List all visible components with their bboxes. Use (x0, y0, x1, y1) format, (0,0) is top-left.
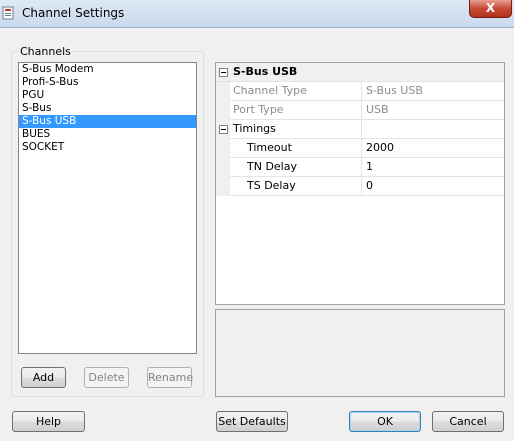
timeout-value[interactable]: 2000 (361, 139, 504, 158)
list-item[interactable]: Profi-S-Bus (19, 76, 196, 89)
list-item[interactable]: S-Bus Modem (19, 63, 196, 76)
channel-list[interactable]: S-Bus Modem Profi-S-Bus PGU S-Bus S-Bus … (18, 62, 197, 354)
ok-button[interactable]: OK (349, 411, 421, 432)
description-panel (215, 309, 505, 397)
row-gutter (216, 158, 230, 177)
row-gutter (216, 177, 230, 196)
list-item[interactable]: S-Bus (19, 102, 196, 115)
help-button[interactable]: Help (12, 411, 85, 432)
property-value-empty (361, 120, 504, 139)
property-row-tn-delay[interactable]: TN Delay 1 (216, 158, 504, 177)
property-name: Channel Type (233, 84, 307, 97)
tn-delay-value[interactable]: 1 (361, 158, 504, 177)
collapse-icon[interactable] (219, 125, 228, 134)
property-name: TN Delay (247, 160, 297, 173)
property-row-timeout[interactable]: Timeout 2000 (216, 139, 504, 158)
list-item-selected[interactable]: S-Bus USB (19, 115, 196, 128)
delete-button[interactable]: Delete (84, 367, 129, 388)
list-item[interactable]: SOCKET (19, 141, 196, 154)
section-title: S-Bus USB (233, 65, 298, 78)
row-gutter (216, 101, 230, 120)
set-defaults-button[interactable]: Set Defaults (216, 411, 288, 432)
list-item[interactable]: BUES (19, 128, 196, 141)
property-row-ts-delay[interactable]: TS Delay 0 (216, 177, 504, 196)
row-gutter (216, 139, 230, 158)
app-icon (2, 6, 16, 20)
property-name: Timings (233, 122, 276, 135)
window-title: Channel Settings (22, 6, 125, 20)
close-button[interactable]: X (469, 0, 512, 18)
add-button[interactable]: Add (21, 367, 66, 388)
property-name: Timeout (247, 141, 292, 154)
property-name: Port Type (233, 103, 284, 116)
collapse-icon[interactable] (219, 68, 228, 77)
property-value: USB (361, 101, 504, 120)
channels-group-label: Channels (18, 45, 73, 58)
property-row-port-type[interactable]: Port Type USB (216, 101, 504, 120)
property-row-timings[interactable]: Timings (216, 120, 504, 139)
rename-button[interactable]: Rename (147, 367, 193, 388)
list-item[interactable]: PGU (19, 89, 196, 102)
property-grid[interactable]: S-Bus USB Channel Type S-Bus USB Port Ty… (215, 62, 505, 305)
section-header-channel[interactable]: S-Bus USB (216, 63, 504, 82)
property-value: S-Bus USB (361, 82, 504, 101)
title-bar: Channel Settings X (0, 0, 514, 28)
property-row-channel-type[interactable]: Channel Type S-Bus USB (216, 82, 504, 101)
close-icon: X (485, 1, 496, 15)
property-name: TS Delay (247, 179, 296, 192)
ts-delay-value[interactable]: 0 (361, 177, 504, 196)
cancel-button[interactable]: Cancel (432, 411, 504, 432)
row-gutter (216, 82, 230, 101)
